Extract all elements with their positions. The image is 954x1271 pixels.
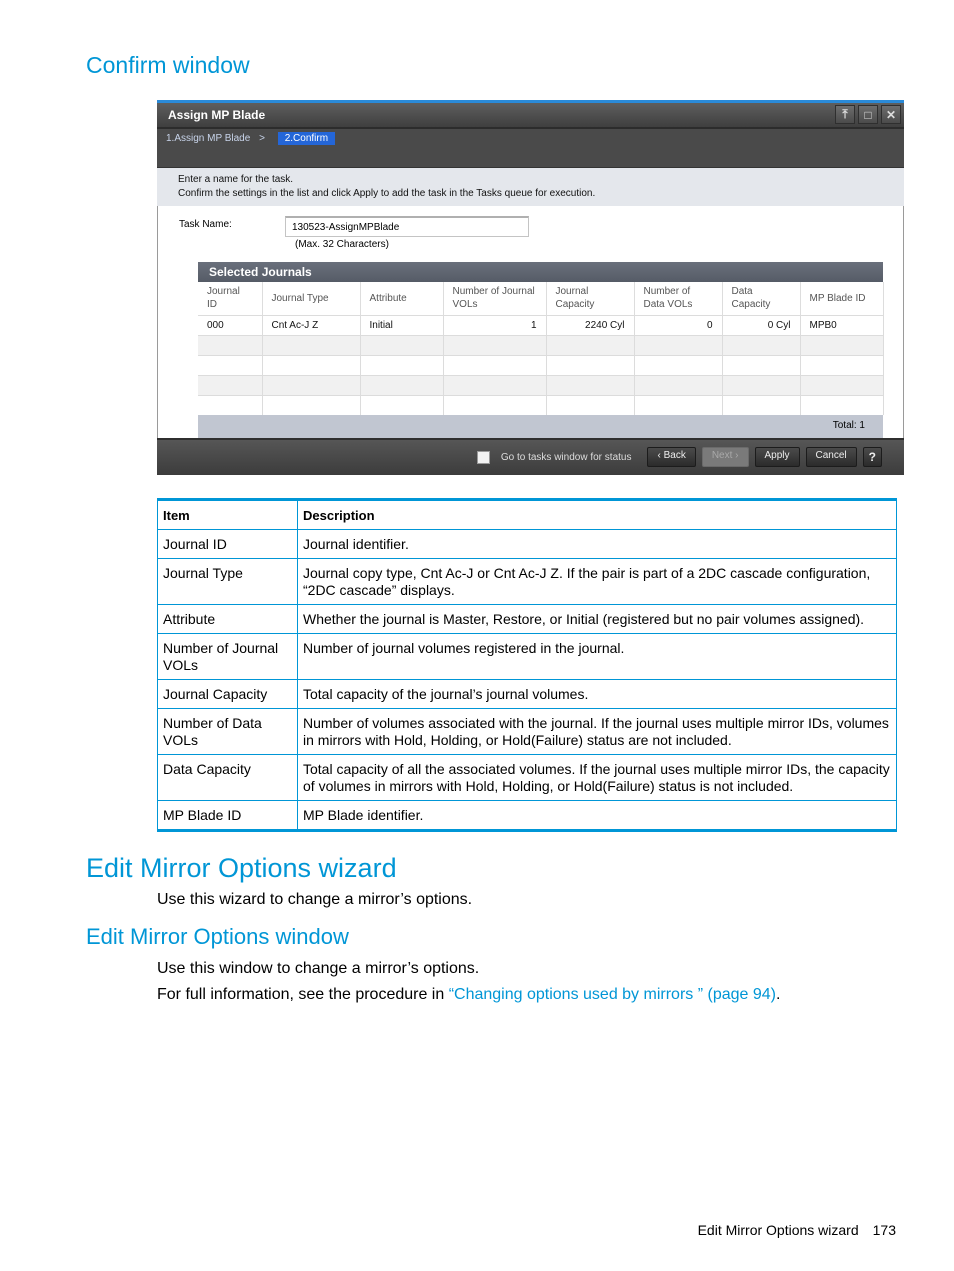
- window-intro-text: Use this window to change a mirror’s opt…: [157, 960, 480, 977]
- description-cell: Journal identifier.: [297, 529, 897, 559]
- wizard-breadcrumb: 1.Assign MP Blade > 2.Confirm: [157, 129, 904, 168]
- table-row: Journal ID Journal identifier.: [157, 529, 897, 559]
- column-header[interactable]: Journal Capacity: [546, 282, 635, 315]
- page-number: 173: [872, 1222, 896, 1238]
- column-header[interactable]: Journal ID: [198, 282, 263, 315]
- heading-edit-mirror-window: Edit Mirror Options window: [86, 924, 349, 949]
- maximize-icon[interactable]: □: [858, 105, 878, 124]
- wizard-intro-text: Use this wizard to change a mirror’s opt…: [157, 891, 473, 908]
- empty-row: [198, 394, 884, 415]
- item-cell: Number of Data VOLs: [157, 708, 298, 755]
- item-description-table: Item Description Journal ID Journal ident…: [157, 498, 897, 832]
- description-cell: Number of volumes associated with the jo…: [297, 708, 897, 755]
- column-header[interactable]: Attribute: [360, 282, 444, 315]
- item-cell: Number of Journal VOLs: [157, 633, 298, 680]
- item-cell: Attribute: [157, 604, 298, 634]
- breadcrumb-separator: >: [259, 133, 265, 144]
- table-row: Attribute Whether the journal is Master, …: [157, 604, 897, 634]
- table-row: MP Blade ID MP Blade identifier.: [157, 800, 897, 831]
- table-row: Journal Type Journal copy type, Cnt Ac-J …: [157, 558, 897, 605]
- description-cell: Number of journal volumes registered in …: [297, 633, 897, 680]
- heading-confirm-window: Confirm window: [86, 52, 250, 78]
- empty-row: [198, 374, 884, 395]
- cancel-button[interactable]: Cancel: [805, 447, 857, 467]
- instruction-line: Confirm the settings in the list and cli…: [178, 188, 596, 199]
- chevron-right-icon: ›: [732, 450, 739, 461]
- instruction-line: Enter a name for the task.: [178, 174, 294, 185]
- assign-mp-blade-dialog: Assign MP Blade ⤒ □ ✕ 1.Assign MP Blade …: [157, 100, 904, 476]
- table-header-row: Journal ID Journal Type Attribute Number…: [198, 282, 884, 315]
- description-cell: Total capacity of the journal’s journal …: [297, 679, 897, 709]
- column-header[interactable]: Data Capacity: [722, 282, 801, 315]
- item-cell: Journal Capacity: [157, 679, 298, 709]
- dialog-body: Task Name: (Max. 32 Characters) Selected…: [157, 206, 904, 438]
- cell: 0: [634, 314, 723, 335]
- empty-row: [198, 354, 884, 375]
- close-icon[interactable]: ✕: [881, 105, 901, 124]
- table-header-row: Item Description: [157, 499, 897, 530]
- cell: Initial: [360, 314, 444, 335]
- task-name-hint: (Max. 32 Characters): [295, 239, 389, 250]
- table-row: Data Capacity Total capacity of all the a…: [157, 754, 897, 801]
- total-count: Total: 1: [198, 415, 883, 438]
- cell: 0 Cyl: [722, 314, 801, 335]
- breadcrumb-step-assign[interactable]: 1.Assign MP Blade: [166, 133, 250, 144]
- column-header[interactable]: Journal Type: [262, 282, 361, 315]
- description-cell: Journal copy type, Cnt Ac-J or Cnt Ac-J …: [297, 558, 897, 605]
- next-button[interactable]: Next ›: [701, 447, 749, 467]
- cell: Cnt Ac-J Z: [262, 314, 361, 335]
- item-cell: MP Blade ID: [157, 800, 298, 831]
- column-header: Description: [297, 499, 897, 530]
- dialog-footer: Go to tasks window for status ‹ Back Nex…: [157, 438, 904, 475]
- instructions: Enter a name for the task. Confirm the s…: [157, 168, 904, 206]
- full-info-text: For full information, see the procedure …: [157, 986, 781, 1003]
- selected-journals-title: Selected Journals: [198, 262, 883, 282]
- description-cell: Whether the journal is Master, Restore, …: [297, 604, 897, 634]
- column-header[interactable]: MP Blade ID: [800, 282, 884, 315]
- changing-options-link[interactable]: “Changing options used by mirrors ” (pag…: [449, 986, 776, 1003]
- task-name-label: Task Name:: [179, 219, 232, 230]
- heading-edit-mirror-wizard: Edit Mirror Options wizard: [86, 853, 397, 883]
- task-name-input[interactable]: [285, 216, 529, 237]
- column-header[interactable]: Number of Journal VOLs: [443, 282, 547, 315]
- breadcrumb-step-confirm: 2.Confirm: [277, 132, 336, 145]
- help-icon[interactable]: ?: [862, 447, 882, 467]
- restore-icon[interactable]: ⤒: [835, 105, 855, 124]
- table-row: Number of Journal VOLs Number of journal …: [157, 633, 897, 680]
- column-header[interactable]: Number of Data VOLs: [634, 282, 723, 315]
- apply-button[interactable]: Apply: [754, 447, 800, 467]
- table-row: Number of Data VOLs Number of volumes ass…: [157, 708, 897, 755]
- item-cell: Journal ID: [157, 529, 298, 559]
- go-to-tasks-checkbox[interactable]: [476, 450, 490, 464]
- dialog-title: Assign MP Blade: [168, 108, 266, 122]
- item-cell: Journal Type: [157, 558, 298, 605]
- cell: MPB0: [800, 314, 884, 335]
- description-cell: MP Blade identifier.: [297, 800, 897, 831]
- column-header: Item: [157, 499, 298, 530]
- table-row: Journal Capacity Total capacity of the jo…: [157, 679, 897, 709]
- cell: 2240 Cyl: [546, 314, 635, 335]
- empty-row: [198, 334, 884, 355]
- item-cell: Data Capacity: [157, 754, 298, 801]
- selected-journals-table: Selected Journals Journal ID Journal Typ…: [198, 262, 884, 438]
- page-footer: Edit Mirror Options wizard 173: [684, 1222, 896, 1238]
- table-row[interactable]: 000 Cnt Ac-J Z Initial 1 2240 Cyl 0 0 Cy…: [198, 314, 884, 335]
- dialog-title-bar: Assign MP Blade ⤒ □ ✕: [157, 103, 904, 129]
- footer-section: Edit Mirror Options wizard: [697, 1222, 859, 1238]
- go-to-tasks-label[interactable]: Go to tasks window for status: [501, 452, 632, 463]
- description-cell: Total capacity of all the associated vol…: [297, 754, 897, 801]
- back-button[interactable]: ‹ Back: [647, 447, 696, 467]
- cell: 1: [443, 314, 547, 335]
- cell: 000: [198, 314, 263, 335]
